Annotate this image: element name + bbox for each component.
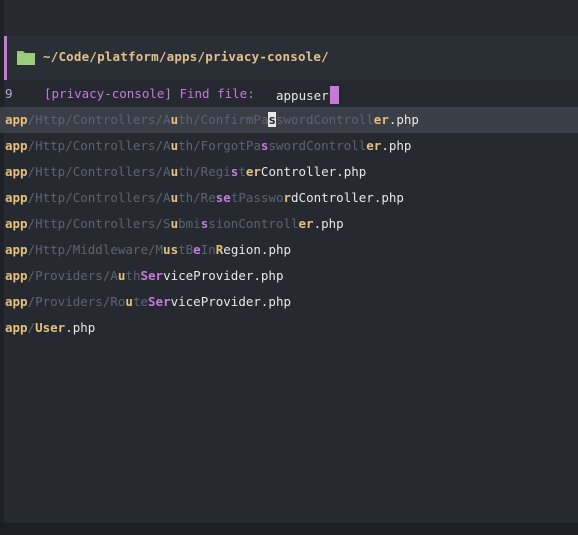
line-number: 9 bbox=[5, 86, 13, 101]
file-result-segment: u bbox=[170, 138, 179, 153]
file-result-segment: er bbox=[366, 138, 382, 153]
file-result-segment: th/ForgotPa bbox=[178, 138, 261, 153]
file-result-segment: tB bbox=[178, 242, 194, 257]
prompt-label: [privacy-console] Find file: bbox=[44, 86, 255, 101]
file-result[interactable]: app/Http/Controllers/Auth/ForgotPassword… bbox=[0, 133, 578, 159]
file-result-segment: te bbox=[132, 294, 149, 309]
file-result[interactable]: app/Http/Middleware/MustBeInRegion.php bbox=[0, 237, 578, 263]
file-result-segment: r bbox=[283, 190, 292, 205]
file-result-segment: app bbox=[5, 164, 28, 179]
file-result-segment: se bbox=[215, 190, 231, 205]
file-result-segment: app bbox=[5, 138, 28, 153]
file-result-segment: / bbox=[27, 320, 36, 335]
file-result-segment: u bbox=[170, 216, 179, 231]
file-result-segment: egion.php bbox=[223, 242, 292, 257]
file-result-segment: .php bbox=[313, 216, 344, 231]
folder-icon bbox=[17, 51, 35, 65]
file-result[interactable]: app/Http/Controllers/Auth/ResetPasswordC… bbox=[0, 185, 578, 211]
file-result-segment: tPasswo bbox=[230, 190, 284, 205]
window-bottom-edge bbox=[0, 523, 578, 535]
file-result-segment: app bbox=[5, 268, 28, 283]
current-directory-path: ~/Code/platform/apps/privacy-console/ bbox=[43, 49, 329, 64]
file-result-segment: th bbox=[125, 268, 141, 283]
file-result-segment: /Http/Controllers/A bbox=[27, 190, 171, 205]
file-result-segment: app bbox=[5, 294, 28, 309]
file-result-segment: er bbox=[245, 164, 261, 179]
file-result-segment: viceProvider.php bbox=[163, 268, 284, 283]
file-result[interactable]: app/User.php bbox=[0, 315, 578, 341]
file-result-segment: app bbox=[5, 242, 28, 257]
file-result-segment: /Providers/A bbox=[27, 268, 118, 283]
file-result-segment: s bbox=[268, 112, 276, 127]
find-file-prompt: 9 [privacy-console] Find file: appuser bbox=[0, 84, 578, 104]
file-result-segment: /Http/Controllers/A bbox=[27, 164, 171, 179]
file-result-segment: User bbox=[35, 320, 66, 335]
file-result-segment: sionControll bbox=[208, 216, 299, 231]
file-result-segment: Ser bbox=[140, 268, 164, 283]
file-result[interactable]: app/Http/Controllers/Auth/RegisterContro… bbox=[0, 159, 578, 185]
file-result-segment: swordControll bbox=[268, 138, 367, 153]
find-file-input-value: appuser bbox=[276, 88, 329, 103]
file-result-segment: swordControll bbox=[275, 112, 374, 127]
file-result-segment: /Http/Controllers/A bbox=[27, 112, 171, 127]
file-result-segment: app bbox=[5, 190, 28, 205]
file-result-segment: Controller.php bbox=[260, 164, 367, 179]
file-result-segment: .php bbox=[381, 138, 412, 153]
path-bar-accent bbox=[4, 36, 7, 80]
file-result-segment: er bbox=[373, 112, 389, 127]
file-result-segment: th/Regi bbox=[178, 164, 231, 179]
file-result[interactable]: app/Providers/RouteServiceProvider.php bbox=[0, 289, 578, 315]
file-result[interactable]: app/Providers/AuthServiceProvider.php bbox=[0, 263, 578, 289]
file-result-segment: u bbox=[170, 112, 179, 127]
file-result-segment: .php bbox=[65, 320, 96, 335]
file-result-segment: /Http/Controllers/A bbox=[27, 138, 171, 153]
text-cursor bbox=[329, 86, 339, 104]
file-result-segment: /Providers/Ro bbox=[27, 294, 126, 309]
file-result-segment: dController.php bbox=[291, 190, 404, 205]
file-result-segment: app bbox=[5, 112, 28, 127]
file-result-segment: u bbox=[170, 190, 179, 205]
file-result-segment: /Http/Controllers/S bbox=[27, 216, 171, 231]
file-result-segment: Ser bbox=[148, 294, 171, 309]
file-result-segment: t bbox=[238, 164, 246, 179]
file-result-segment: app bbox=[5, 320, 28, 335]
file-result-segment: th/ConfirmPa bbox=[178, 112, 269, 127]
file-result-segment: app bbox=[5, 216, 28, 231]
file-result-segment: viceProvider.php bbox=[170, 294, 292, 309]
file-result-segment: .php bbox=[388, 112, 419, 127]
file-result-segment: bmi bbox=[178, 216, 201, 231]
file-result-segment: u bbox=[170, 164, 179, 179]
file-result-segment: us bbox=[163, 242, 179, 257]
file-result-selected[interactable]: app/Http/Controllers/Auth/ConfirmPasswor… bbox=[0, 107, 578, 133]
file-result[interactable]: app/Http/Controllers/SubmissionControlle… bbox=[0, 211, 578, 237]
directory-path-bar: ~/Code/platform/apps/privacy-console/ bbox=[4, 36, 578, 80]
file-result-segment: th/Re bbox=[178, 190, 216, 205]
editor-window: ~/Code/platform/apps/privacy-console/ 9 … bbox=[0, 0, 578, 523]
find-file-input[interactable]: appuser bbox=[276, 86, 339, 104]
file-result-segment: In bbox=[200, 242, 216, 257]
file-results-list: app/Http/Controllers/Auth/ConfirmPasswor… bbox=[0, 107, 578, 341]
file-result-segment: er bbox=[298, 216, 314, 231]
file-result-segment: u bbox=[125, 294, 133, 309]
file-result-segment: e bbox=[193, 242, 201, 257]
file-result-segment: /Http/Middleware/M bbox=[27, 242, 164, 257]
